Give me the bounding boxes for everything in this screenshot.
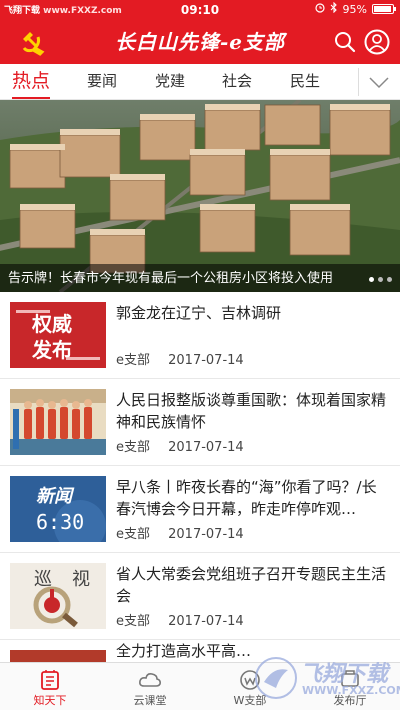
news-date: 2017-07-14 bbox=[168, 527, 244, 542]
news-meta: e支部 2017-07-14 bbox=[116, 523, 258, 542]
news-icon bbox=[41, 670, 59, 690]
news-meta: e支部 2017-07-14 bbox=[116, 610, 258, 629]
cloud-icon bbox=[139, 673, 161, 687]
battery-percent: 95% bbox=[342, 2, 367, 16]
category-tabs: 热点 要闻 党建 社会 民生 bbox=[0, 64, 400, 100]
news-item[interactable]: 人民日报整版谈尊重国歌：体现着国家精神和民族情怀 e支部 2017-07-14 bbox=[0, 379, 400, 466]
carousel-dots bbox=[369, 277, 392, 282]
status-right: 95% bbox=[314, 1, 396, 16]
user-profile-icon[interactable] bbox=[364, 29, 390, 55]
national-anthem-illustration bbox=[10, 389, 106, 455]
tab-label: 党建 bbox=[155, 72, 186, 90]
nav-item-news[interactable]: 知天下 bbox=[0, 663, 100, 710]
carousel-dot[interactable] bbox=[387, 277, 392, 282]
news-item[interactable]: 巡 视 省人大常委会党组班子召开专题民主生活会 e支部 2017-07-14 bbox=[0, 553, 400, 640]
watermark-logo: 飞翔下载 WWW.FXXZ.COM bbox=[254, 654, 400, 704]
news-source: e支部 bbox=[116, 614, 150, 629]
app-header: 长白山先锋-e支部 bbox=[0, 20, 400, 64]
news-source: e支部 bbox=[116, 440, 150, 455]
news-thumbnail bbox=[10, 389, 106, 455]
tab-society[interactable]: 社会 bbox=[222, 64, 252, 99]
news-item[interactable]: 权威 发布 郭金龙在辽宁、吉林调研 e支部 2017-07-14 bbox=[0, 292, 400, 379]
bluetooth-icon bbox=[330, 1, 338, 16]
tab-label: 热点 bbox=[12, 70, 51, 92]
battery-icon bbox=[372, 4, 396, 14]
thumb-text-line-2: 6:30 bbox=[36, 510, 85, 534]
tab-label: 社会 bbox=[222, 72, 253, 90]
active-tab-indicator bbox=[12, 97, 51, 99]
news-date: 2017-07-14 bbox=[168, 353, 244, 368]
nav-label: 知天下 bbox=[33, 694, 67, 707]
news-headline: 省人大常委会党组班子召开专题民主生活会 bbox=[116, 565, 387, 605]
thumb-text-line-2: 发布 bbox=[32, 338, 72, 362]
thumb-text-line-1: 权威 bbox=[32, 312, 72, 336]
news-date: 2017-07-14 bbox=[168, 440, 244, 455]
tab-label: 要闻 bbox=[87, 72, 118, 90]
tab-headlines[interactable]: 要闻 bbox=[87, 64, 117, 99]
watermark-site: WWW.FXXZ.COM bbox=[302, 684, 400, 697]
nav-item-cloud-class[interactable]: 云课堂 bbox=[100, 663, 200, 710]
featured-banner[interactable]: 告示牌！长春市今年现有最后一个公租房小区将投入使用 bbox=[0, 100, 400, 292]
thumb-text-line-1: 新闻 bbox=[36, 486, 72, 507]
tab-hot[interactable]: 热点 bbox=[12, 64, 51, 99]
banner-caption: 告示牌！长春市今年现有最后一个公租房小区将投入使用 bbox=[8, 271, 334, 286]
alarm-icon bbox=[314, 2, 325, 16]
carousel-dot[interactable] bbox=[369, 277, 374, 282]
news-source: e支部 bbox=[116, 353, 150, 368]
tab-livelihood[interactable]: 民生 bbox=[290, 64, 320, 99]
news-meta: e支部 2017-07-14 bbox=[116, 349, 258, 368]
news-headline: 人民日报整版谈尊重国歌：体现着国家精神和民族情怀 bbox=[116, 391, 387, 431]
tabs-divider bbox=[358, 68, 359, 96]
news-source: e支部 bbox=[116, 527, 150, 542]
thumb-text-line-2: 视 bbox=[72, 569, 90, 590]
news-thumbnail: 新闻 6:30 bbox=[10, 476, 106, 542]
chevron-down-icon[interactable] bbox=[368, 72, 390, 92]
tab-label: 民生 bbox=[290, 72, 321, 90]
watermark-bird-icon bbox=[255, 657, 297, 699]
news-meta: e支部 2017-07-14 bbox=[116, 436, 258, 455]
inspection-graphic bbox=[10, 563, 106, 629]
tab-party-building[interactable]: 党建 bbox=[155, 64, 185, 99]
status-bar: 飞翔下载 www.FXXZ.com 09:10 95% bbox=[0, 0, 400, 20]
thumb-text-line-1: 巡 bbox=[34, 569, 52, 590]
news-thumbnail: 权威 发布 bbox=[10, 302, 106, 368]
news-date: 2017-07-14 bbox=[168, 614, 244, 629]
nav-label: 云课堂 bbox=[133, 694, 167, 707]
news-thumbnail bbox=[10, 650, 106, 662]
carousel-dot[interactable] bbox=[378, 277, 383, 282]
news-headline: 早八条丨昨夜长春的“海”你看了吗？/长春汽博会今日开幕，昨走咋停咋观… bbox=[116, 478, 377, 518]
news-thumbnail: 巡 视 bbox=[10, 563, 106, 629]
news-item[interactable]: 新闻 6:30 早八条丨昨夜长春的“海”你看了吗？/长春汽博会今日开幕，昨走咋停… bbox=[0, 466, 400, 553]
news-headline: 郭金龙在辽宁、吉林调研 bbox=[116, 304, 282, 322]
search-icon[interactable] bbox=[334, 31, 356, 53]
